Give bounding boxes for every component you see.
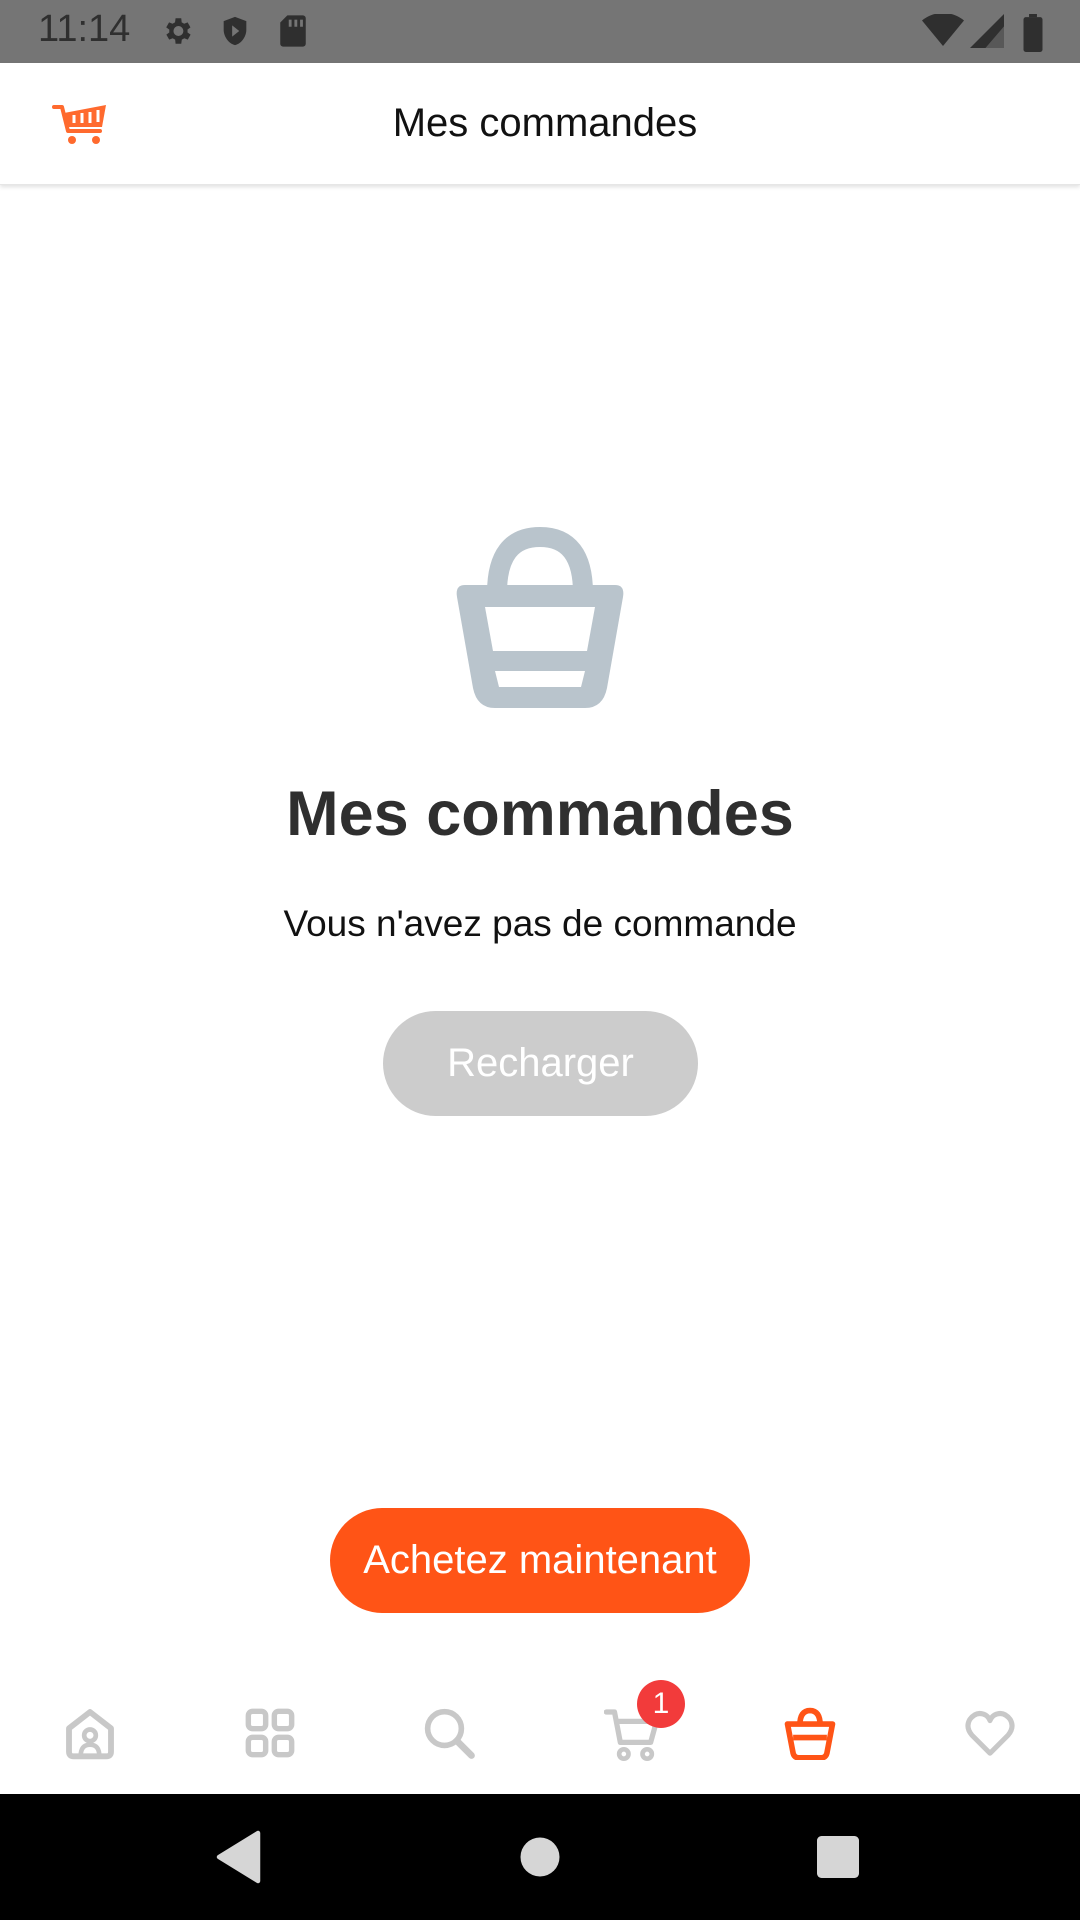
shield-icon	[218, 14, 252, 53]
nav-item-categories[interactable]	[180, 1660, 360, 1794]
shop-now-button[interactable]: Achetez maintenant	[330, 1508, 750, 1613]
system-back-button[interactable]	[180, 1794, 300, 1920]
nav-item-orders[interactable]	[720, 1660, 900, 1794]
settings-icon	[160, 14, 194, 53]
nav-item-home[interactable]	[0, 1660, 180, 1794]
signal-icon	[970, 14, 1004, 53]
basket-icon	[445, 523, 635, 718]
battery-icon	[1023, 14, 1043, 57]
nav-item-favorites[interactable]	[900, 1660, 1080, 1794]
reload-button[interactable]: Recharger	[383, 1011, 698, 1116]
cart-count-badge: 1	[637, 1680, 685, 1728]
system-recents-button[interactable]	[778, 1794, 898, 1920]
empty-state-title: Mes commandes	[286, 779, 794, 849]
page-title: Mes commandes	[392, 101, 698, 145]
wifi-icon	[922, 12, 964, 53]
system-home-button[interactable]	[480, 1794, 600, 1920]
system-nav-bar	[0, 1794, 1080, 1920]
bottom-nav	[0, 1660, 1080, 1794]
sd-card-icon	[278, 14, 308, 53]
nav-item-cart[interactable]	[540, 1660, 720, 1794]
empty-state-message: Vous n'avez pas de commande	[283, 903, 797, 944]
status-time: 11:14	[38, 8, 131, 50]
nav-item-search[interactable]	[360, 1660, 540, 1794]
app-bar: Mes commandes	[0, 63, 1080, 185]
status-bar: 11:14	[0, 0, 1080, 63]
